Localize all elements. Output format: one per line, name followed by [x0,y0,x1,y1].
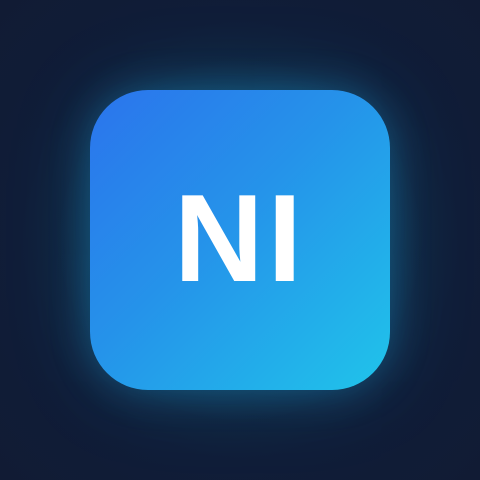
app-monogram-text: NI [174,170,306,308]
app-monogram-icon[interactable]: NI [90,90,390,390]
